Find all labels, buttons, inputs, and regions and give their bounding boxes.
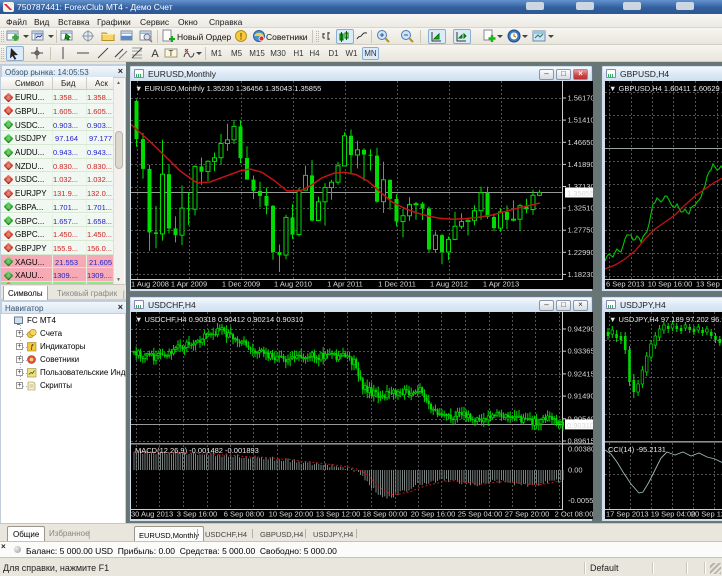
svg-text:1.41890: 1.41890 (568, 160, 594, 169)
svg-text:1.22990: 1.22990 (568, 248, 594, 257)
svg-text:▼ EURUSD,Monthly 1.35230 1.36: ▼ EURUSD,Monthly 1.35230 1.36456 1.35043… (135, 84, 321, 93)
svg-text:0.92415: 0.92415 (568, 369, 594, 378)
svg-text:1.56170: 1.56170 (568, 94, 594, 103)
svg-text:1 Aug 2008: 1 Aug 2008 (131, 280, 169, 289)
svg-text:▼ USDCHF,H4 0.90318 0.90412 0: ▼ USDCHF,H4 0.90318 0.90412 0.90214 0.90… (135, 315, 303, 324)
svg-text:T: T (169, 49, 174, 58)
svg-text:1 Dec 2009: 1 Dec 2009 (222, 280, 260, 289)
svg-text:13 Sep 12:00: 13 Sep 12:00 (316, 510, 361, 519)
svg-text:18 Sep 00:00: 18 Sep 00:00 (363, 510, 408, 519)
svg-text:0.003801: 0.003801 (568, 445, 593, 454)
svg-text:1.27750: 1.27750 (568, 226, 594, 235)
svg-text:MACD(12,26,9) -0.001482 -0.001: MACD(12,26,9) -0.001482 -0.001893 (135, 446, 259, 455)
svg-text:CCI(14) -95.2131: CCI(14) -95.2131 (608, 445, 666, 454)
svg-text:1 Dec 2011: 1 Dec 2011 (378, 280, 416, 289)
svg-text:▼ GBPUSD,H4 1.60411 1.60629 1: ▼ GBPUSD,H4 1.60411 1.60629 1.603 (609, 84, 722, 93)
svg-text:25 Sep 04:00: 25 Sep 04:00 (458, 510, 503, 519)
svg-text:30 Aug 2013: 30 Aug 2013 (131, 510, 173, 519)
svg-text:20 Sep 16:00: 20 Sep 16:00 (411, 510, 456, 519)
svg-text:1 Apr 2013: 1 Apr 2013 (483, 280, 519, 289)
svg-text:0.93365: 0.93365 (568, 347, 594, 356)
svg-text:27 Sep 20:00: 27 Sep 20:00 (505, 510, 550, 519)
svg-text:1.18230: 1.18230 (568, 270, 594, 279)
svg-text:1 Apr 2011: 1 Apr 2011 (327, 280, 363, 289)
svg-text:6 Sep 08:00: 6 Sep 08:00 (224, 510, 264, 519)
svg-text:1 Aug 2012: 1 Aug 2012 (430, 280, 468, 289)
svg-text:1.32510: 1.32510 (568, 204, 594, 213)
svg-text:!: ! (240, 32, 243, 42)
svg-text:1 Aug 2010: 1 Aug 2010 (274, 280, 312, 289)
svg-text:10 Sep 20:00: 10 Sep 20:00 (269, 510, 314, 519)
svg-text:20 Sep 12:: 20 Sep 12: (691, 510, 722, 519)
svg-text:2 Oct 08:00: 2 Oct 08:00 (555, 510, 593, 519)
svg-text:19 Sep 04:00: 19 Sep 04:00 (651, 510, 696, 519)
svg-text:A: A (151, 48, 159, 60)
svg-text:▼ USDJPY,H4 97.189 97.202 96.: ▼ USDJPY,H4 97.189 97.202 96.981 9 (609, 315, 722, 324)
svg-text:0.91490: 0.91490 (568, 392, 594, 401)
svg-text:0.94290: 0.94290 (568, 325, 594, 334)
svg-text:1.46650: 1.46650 (568, 138, 594, 147)
svg-text:10 Sep 16:00: 10 Sep 16:00 (648, 280, 693, 289)
svg-text:6 Sep 2013: 6 Sep 2013 (606, 280, 644, 289)
svg-text:3 Sep 16:00: 3 Sep 16:00 (177, 510, 217, 519)
svg-text:-0.005522: -0.005522 (568, 496, 593, 505)
svg-text:1.51410: 1.51410 (568, 116, 594, 125)
svg-text:1 Apr 2009: 1 Apr 2009 (171, 280, 207, 289)
svg-text:1.35855: 1.35855 (567, 189, 593, 198)
svg-text:17 Sep 2013: 17 Sep 2013 (606, 510, 649, 519)
svg-text:13 Sep 08:0: 13 Sep 08:0 (696, 280, 722, 289)
svg-text:0.90310: 0.90310 (567, 421, 593, 430)
svg-text:0.00: 0.00 (568, 466, 583, 475)
